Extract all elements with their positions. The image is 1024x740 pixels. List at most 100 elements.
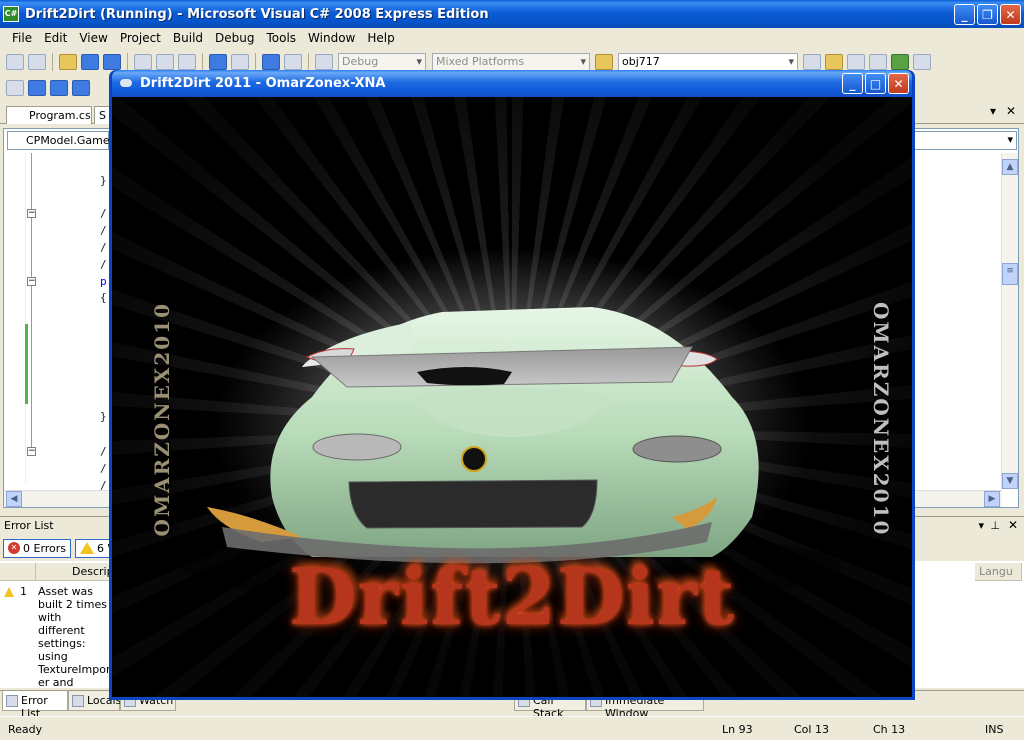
tab-label: S [99,109,106,122]
navigate-icon[interactable] [262,54,280,70]
error-list-icon [6,695,18,707]
code-line: / [100,207,107,220]
code-line: / [100,224,107,237]
copy-icon[interactable] [156,54,174,70]
restore-button[interactable]: ❐ [977,4,998,25]
more-options-icon[interactable] [913,54,931,70]
close-document-icon[interactable]: ✕ [1006,104,1016,118]
class-nav-select[interactable]: CPModel.Game1 [7,131,117,150]
fold-toggle-icon[interactable]: − [27,447,36,456]
pause-icon[interactable] [28,80,46,96]
solution-config-select[interactable]: Debug [338,53,426,71]
save-all-icon[interactable] [103,54,121,70]
fold-toggle-icon[interactable]: − [27,209,36,218]
open-file-icon[interactable] [59,54,77,70]
errors-filter-button[interactable]: ✕ 0 Errors [3,538,72,558]
menu-file[interactable]: File [6,31,38,45]
start-debug-icon[interactable] [315,54,333,70]
menu-window[interactable]: Window [302,31,361,45]
right-side-watermark: OMARZONEX2010 [869,302,893,537]
error-row-number: 1 [20,585,27,598]
active-files-dropdown-icon[interactable]: ▾ [990,104,996,118]
scroll-left-icon[interactable]: ◀ [6,491,22,507]
game-viewport[interactable]: OMARZONEX2010 OMARZONEX2010 Drift2Dirt D… [112,97,912,697]
solution-platform-select[interactable]: Mixed Platforms [432,53,590,71]
comment-icon[interactable] [284,54,302,70]
close-panel-icon[interactable]: ✕ [1008,518,1018,532]
window-title: Drift2Dirt (Running) - Microsoft Visual … [25,6,489,22]
minimize-button[interactable]: _ [954,4,975,25]
status-line: Ln 93 [722,723,753,736]
status-column: Col 13 [794,723,829,736]
column-header-description[interactable]: Description [36,563,135,581]
tab-program-cs[interactable]: Program.cs [6,106,92,124]
scroll-thumb[interactable]: ≡ [1002,263,1018,285]
right-headlight [632,435,722,463]
status-char: Ch 13 [873,723,906,736]
game-maximize-button[interactable]: □ [865,73,886,94]
game-controller-icon [118,76,134,92]
start-page-icon[interactable] [891,54,909,70]
add-item-icon[interactable] [28,54,46,70]
redo-icon[interactable] [231,54,249,70]
ide-title-bar[interactable]: C# Drift2Dirt (Running) - Microsoft Visu… [0,0,1024,28]
solution-explorer-icon[interactable] [803,54,821,70]
front-grille [348,479,598,529]
column-header-icon[interactable] [0,563,36,581]
find-combo[interactable]: obj717 [618,53,798,71]
status-insert-mode: INS [985,723,1004,736]
csharp-app-icon: C# [3,6,19,22]
panel-dropdown-icon[interactable]: ▾ [978,519,984,532]
warning-icon [80,542,95,554]
cut-icon[interactable] [134,54,152,70]
stop-icon[interactable] [50,80,68,96]
tab-label: Program.cs [29,109,91,122]
left-side-watermark: OMARZONEX2010 [150,302,174,537]
menu-edit[interactable]: Edit [38,31,73,45]
restart-icon[interactable] [72,80,90,96]
code-line: } [100,174,107,187]
error-row-description[interactable]: Asset was built 2 times with different s… [38,585,115,702]
outline-line [31,153,32,453]
tab-error-list[interactable]: Error List [2,691,68,720]
column-header-lang[interactable]: Langu [975,563,1022,581]
menu-build[interactable]: Build [167,31,209,45]
new-project-icon[interactable] [6,54,24,70]
menu-view[interactable]: View [73,31,113,45]
menu-debug[interactable]: Debug [209,31,260,45]
change-indicator-bar [25,324,28,404]
code-line: / [100,462,107,475]
game-minimize-button[interactable]: _ [842,73,863,94]
warning-row-icon [4,587,14,597]
properties-icon[interactable] [825,54,843,70]
code-line: / [100,241,107,254]
error-list-title: Error List [4,519,54,532]
code-line: / [100,445,107,458]
scroll-down-icon[interactable]: ▼ [1002,473,1018,489]
fold-toggle-icon[interactable]: − [27,277,36,286]
vertical-scrollbar[interactable]: ▲ ≡ ▼ [1001,153,1018,489]
save-icon[interactable] [81,54,99,70]
menu-help[interactable]: Help [361,31,400,45]
paste-icon[interactable] [178,54,196,70]
pin-icon[interactable]: ⊥ [990,519,1000,532]
find-in-files-icon[interactable] [595,54,613,70]
object-browser-icon[interactable] [847,54,865,70]
undo-icon[interactable] [209,54,227,70]
code-line: / [100,258,107,271]
continue-icon[interactable] [6,80,24,96]
close-button[interactable]: ✕ [1000,4,1021,25]
scroll-up-icon[interactable]: ▲ [1002,159,1018,175]
game-title-bar[interactable]: Drift2Dirt 2011 - OmarZonex-XNA _ □ ✕ [112,70,912,97]
game-window: Drift2Dirt 2011 - OmarZonex-XNA _ □ ✕ OM… [109,70,915,700]
toolbox-icon[interactable] [869,54,887,70]
menu-tools[interactable]: Tools [260,31,302,45]
toolbar-separator [255,53,256,71]
menu-project[interactable]: Project [114,31,167,45]
errors-count: 0 Errors [23,541,67,555]
status-text: Ready [8,723,43,736]
scroll-right-icon[interactable]: ▶ [984,491,1000,507]
toolbar-separator [52,53,53,71]
hood-scoop [417,367,512,386]
game-close-button[interactable]: ✕ [888,73,909,94]
